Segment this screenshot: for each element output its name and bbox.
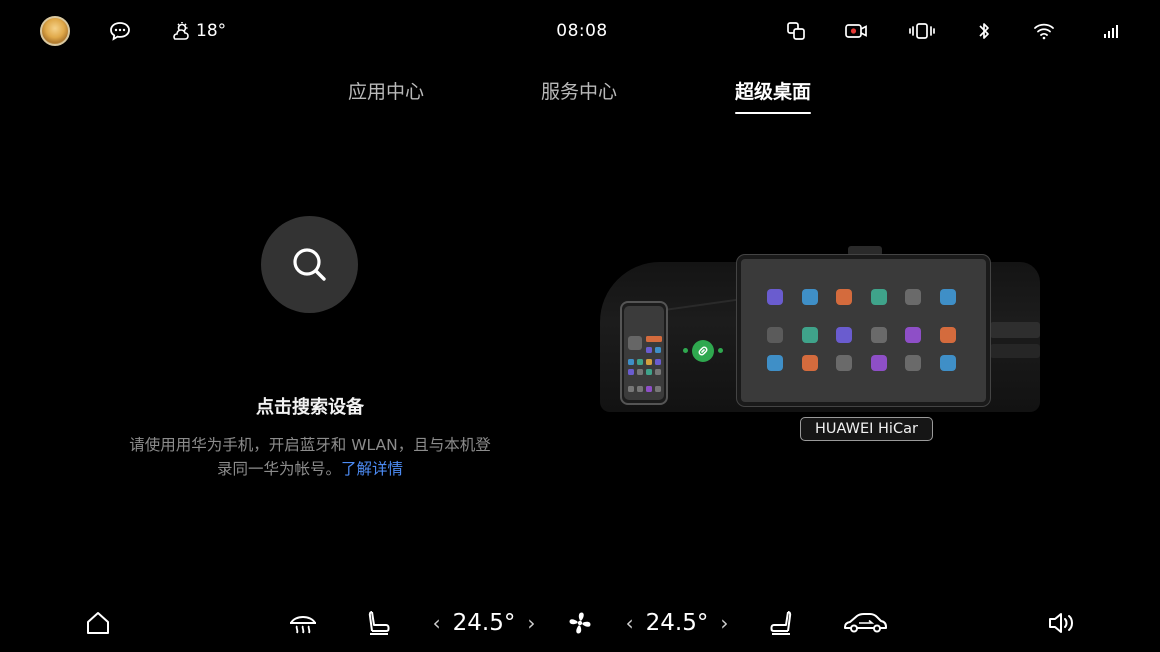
phone-widget xyxy=(646,336,662,342)
app-tile xyxy=(767,289,783,305)
instructions-text: 请使用用华为手机，开启蓝牙和 WLAN，且与本机登 录同一华为帐号。了解详情 xyxy=(110,433,510,481)
left-temperature-control: ‹ 24.5° › xyxy=(432,605,536,641)
wifi-icon[interactable] xyxy=(1032,20,1056,42)
app-tile xyxy=(940,289,956,305)
weather-cloud-sun-icon xyxy=(173,22,189,40)
tab-service-center[interactable]: 服务中心 xyxy=(541,78,617,116)
link-icon xyxy=(692,340,714,362)
hicar-label: HUAWEI HiCar xyxy=(800,417,933,441)
app-tile xyxy=(905,327,921,343)
app-tile xyxy=(802,289,818,305)
app-tile xyxy=(905,289,921,305)
right-temp-increase-button[interactable]: › xyxy=(720,611,728,635)
phone-app xyxy=(646,369,652,375)
right-temperature-control: ‹ 24.5° › xyxy=(625,605,729,641)
app-tile xyxy=(836,289,852,305)
app-tile xyxy=(836,355,852,371)
phone-app xyxy=(628,369,634,375)
phone-app xyxy=(628,359,634,365)
instructions-line-1: 请使用用华为手机，开启蓝牙和 WLAN，且与本机登 xyxy=(129,436,491,454)
search-device-button[interactable] xyxy=(261,216,358,313)
phone-app xyxy=(646,359,652,365)
connection-dot xyxy=(683,348,688,353)
app-tile xyxy=(871,355,887,371)
vibrate-icon[interactable] xyxy=(907,20,937,42)
status-bar: 18° 08:08 xyxy=(0,0,1160,62)
right-temp-decrease-button[interactable]: ‹ xyxy=(626,611,634,635)
app-grid-graphic xyxy=(767,289,967,379)
phone-app xyxy=(637,369,643,375)
phone-app xyxy=(655,359,661,365)
app-tile xyxy=(905,355,921,371)
search-icon xyxy=(292,247,326,281)
search-device-title: 点击搜索设备 xyxy=(256,397,364,418)
tab-bar: 应用中心 服务中心 超级桌面 xyxy=(0,78,1160,118)
bluetooth-icon[interactable] xyxy=(975,20,993,42)
car-recirculation-icon[interactable] xyxy=(840,608,890,638)
air-vent-graphic xyxy=(990,322,1040,338)
app-tile xyxy=(802,355,818,371)
weather-temperature: 18° xyxy=(196,21,227,41)
dashcam-icon[interactable] xyxy=(844,20,868,42)
phone-app xyxy=(646,347,652,353)
app-tile xyxy=(767,355,783,371)
home-icon[interactable] xyxy=(82,608,114,638)
phone-graphic xyxy=(620,301,668,405)
instructions-line-2: 录同一华为帐号。 xyxy=(216,460,341,478)
car-screen-graphic xyxy=(737,255,990,406)
signal-icon xyxy=(1102,22,1122,40)
app-tile xyxy=(940,327,956,343)
phone-app xyxy=(655,347,661,353)
bottom-control-bar: ‹ 24.5° › ‹ 24.5° › xyxy=(0,595,1160,652)
phone-app xyxy=(628,386,634,392)
left-temperature-value: 24.5° xyxy=(452,610,516,636)
app-tile xyxy=(767,327,783,343)
phone-app xyxy=(655,386,661,392)
left-temp-increase-button[interactable]: › xyxy=(527,611,535,635)
hicar-illustration: HUAWEI HiCar xyxy=(600,244,1040,444)
tab-app-center[interactable]: 应用中心 xyxy=(348,78,424,116)
learn-more-link[interactable]: 了解详情 xyxy=(341,460,403,478)
left-temp-decrease-button[interactable]: ‹ xyxy=(433,611,441,635)
volume-icon[interactable] xyxy=(1045,608,1079,638)
tab-super-desktop[interactable]: 超级桌面 xyxy=(735,78,812,116)
phone-widget xyxy=(628,336,642,350)
phone-app xyxy=(637,386,643,392)
app-tile xyxy=(836,327,852,343)
phone-app xyxy=(646,386,652,392)
right-temperature-value: 24.5° xyxy=(645,610,709,636)
fan-icon[interactable] xyxy=(565,607,595,639)
weather-widget[interactable]: 18° xyxy=(170,19,226,43)
air-vent-graphic xyxy=(990,344,1040,358)
app-tile xyxy=(802,327,818,343)
phone-app xyxy=(637,359,643,365)
phone-screen xyxy=(624,306,664,400)
app-tile xyxy=(871,289,887,305)
rear-defrost-icon[interactable] xyxy=(286,608,320,638)
clock: 08:08 xyxy=(556,21,608,41)
avatar[interactable] xyxy=(40,16,70,46)
message-icon[interactable] xyxy=(108,20,132,42)
right-seat-heat-icon[interactable] xyxy=(766,608,798,638)
phone-app xyxy=(655,369,661,375)
screen-share-icon[interactable] xyxy=(785,20,807,42)
app-tile xyxy=(940,355,956,371)
left-seat-heat-icon[interactable] xyxy=(362,608,394,638)
app-tile xyxy=(871,327,887,343)
connection-dot xyxy=(718,348,723,353)
